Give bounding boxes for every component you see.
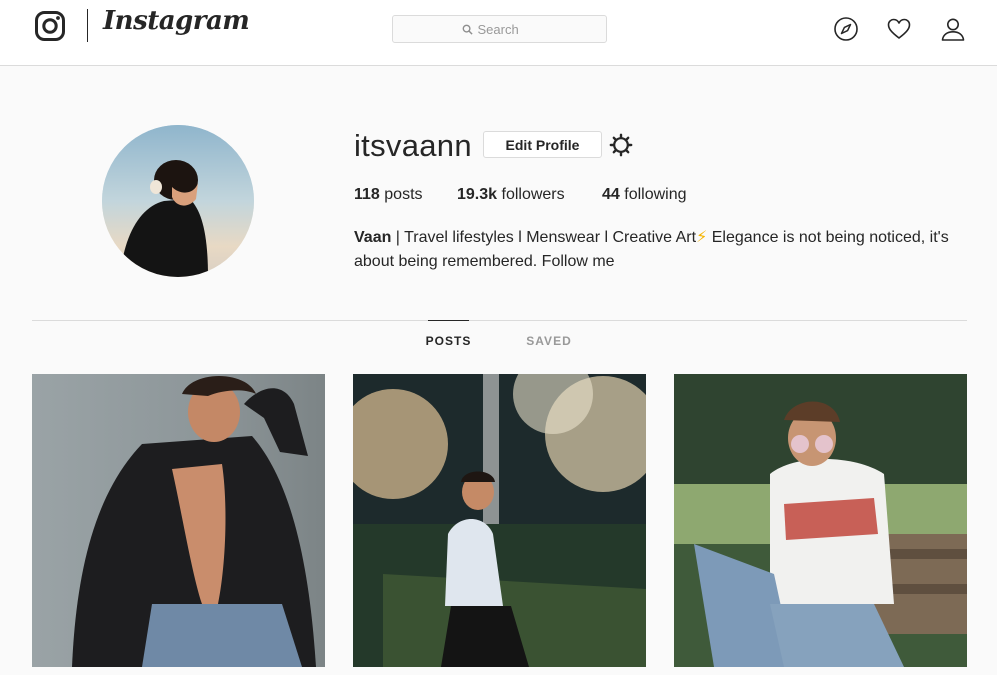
search-icon [462,24,473,35]
heart-icon[interactable] [886,16,912,42]
bio-text-continued: Elegance is not being noticed, it's [707,229,949,246]
tab-posts[interactable]: POSTS [426,320,470,361]
post-thumbnail-3[interactable] [674,374,967,667]
bio-text-line2: about being remembered. Follow me [354,253,615,270]
profile-bio: Vaan | Travel lifestyles l Menswear l Cr… [354,226,964,274]
gear-icon[interactable] [609,133,633,157]
bio-name: Vaan [354,229,392,246]
followers-count-label: followers [501,186,565,203]
search-input[interactable] [477,21,538,37]
avatar-photo [102,125,254,277]
following-count-value: 44 [602,186,620,203]
posts-count-value: 118 [354,186,380,203]
bio-text: | Travel lifestyles l Menswear l Creativ… [391,229,697,246]
posts-count: 118 posts [354,186,423,204]
post-thumbnail-2[interactable] [353,374,646,667]
followers-count-value: 19.3k [457,186,498,203]
profile-avatar[interactable] [102,125,254,277]
edit-profile-button[interactable]: Edit Profile [483,131,602,158]
tab-saved[interactable]: SAVED [526,321,571,361]
lightning-icon: ⚡ [696,229,708,246]
profile-username: itsvaann [354,128,472,163]
post-thumbnail-1[interactable] [32,374,325,667]
instagram-wordmark[interactable]: Instagram [103,6,250,36]
tabs-divider [32,320,967,321]
post-photo-leather-jacket [32,374,325,667]
following-count-label: following [624,186,687,203]
following-link[interactable]: 44 following [602,186,687,204]
person-icon[interactable] [940,16,966,42]
post-photo-night-trees [353,374,646,667]
logo-divider [87,9,88,42]
posts-count-label: posts [384,186,423,203]
top-navigation-bar: Instagram [0,0,997,66]
compass-icon[interactable] [833,16,859,42]
search-box[interactable] [392,15,607,43]
followers-link[interactable]: 19.3k followers [457,186,565,204]
instagram-logo-icon[interactable] [34,10,66,42]
post-photo-park-bench [674,374,967,667]
